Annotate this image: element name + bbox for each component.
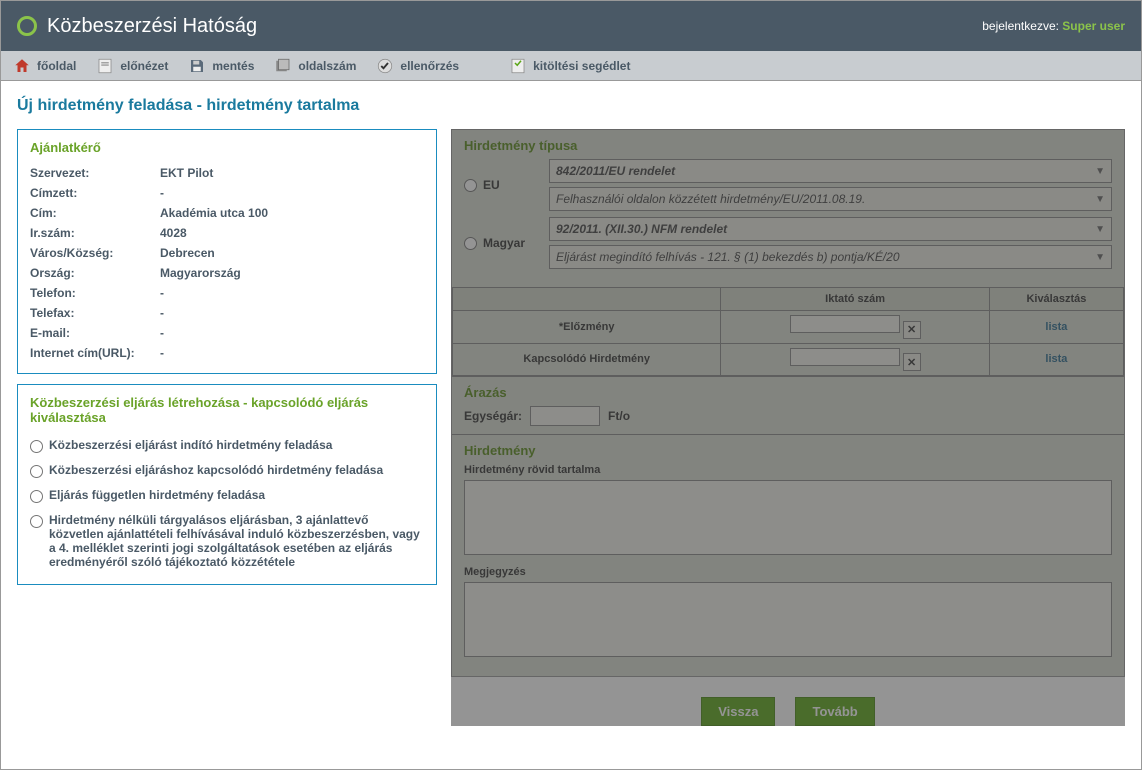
info-value: -: [160, 346, 164, 360]
info-label: Város/Község:: [30, 246, 160, 260]
info-row: E-mail:-: [30, 323, 424, 343]
procedure-label[interactable]: Hirdetmény nélküli tárgyalásos eljárásba…: [49, 513, 424, 569]
procedure-panel: Közbeszerzési eljárás létrehozása - kapc…: [17, 384, 437, 585]
info-value: Debrecen: [160, 246, 215, 260]
procedure-title: Közbeszerzési eljárás létrehozása - kapc…: [30, 395, 424, 425]
disabled-overlay: [451, 129, 1125, 726]
info-row: Telefon:-: [30, 283, 424, 303]
procedure-radio-2[interactable]: [30, 490, 43, 503]
procedure-label[interactable]: Közbeszerzési eljárást indító hirdetmény…: [49, 438, 332, 452]
procedure-radio-0[interactable]: [30, 440, 43, 453]
info-row: Ir.szám:4028: [30, 223, 424, 243]
info-label: Telefon:: [30, 286, 160, 300]
toolbar-preview[interactable]: előnézet: [96, 57, 168, 75]
app-header: Közbeszerzési Hatóság bejelentkezve: Sup…: [1, 1, 1141, 51]
info-row: Internet cím(URL):-: [30, 343, 424, 363]
info-label: E-mail:: [30, 326, 160, 340]
info-label: Szervezet:: [30, 166, 160, 180]
home-icon: [13, 57, 31, 75]
info-label: Cím:: [30, 206, 160, 220]
toolbar: főoldal előnézet mentés oldalszám ellenő…: [1, 51, 1141, 81]
info-row: Címzett:-: [30, 183, 424, 203]
info-value: -: [160, 186, 164, 200]
info-row: Ország:Magyarország: [30, 263, 424, 283]
info-value: -: [160, 306, 164, 320]
info-value: -: [160, 286, 164, 300]
procedure-label[interactable]: Közbeszerzési eljáráshoz kapcsolódó hird…: [49, 463, 383, 477]
info-label: Telefax:: [30, 306, 160, 320]
info-value: Magyarország: [160, 266, 241, 280]
info-label: Ir.szám:: [30, 226, 160, 240]
info-row: Cím:Akadémia utca 100: [30, 203, 424, 223]
info-value: 4028: [160, 226, 187, 240]
check-icon: [376, 57, 394, 75]
info-label: Címzett:: [30, 186, 160, 200]
procedure-option: Közbeszerzési eljárást indító hirdetmény…: [30, 433, 424, 458]
app-window: Közbeszerzési Hatóság bejelentkezve: Sup…: [0, 0, 1142, 770]
info-row: Telefax:-: [30, 303, 424, 323]
current-user[interactable]: Super user: [1062, 19, 1125, 33]
help-icon: [509, 57, 527, 75]
toolbar-save[interactable]: mentés: [188, 57, 254, 75]
procedure-radio-3[interactable]: [30, 515, 43, 528]
info-value: EKT Pilot: [160, 166, 213, 180]
info-row: Szervezet:EKT Pilot: [30, 163, 424, 183]
logo-icon: [17, 16, 37, 36]
login-status: bejelentkezve: Super user: [982, 19, 1125, 33]
procedure-option: Hirdetmény nélküli tárgyalásos eljárásba…: [30, 508, 424, 574]
save-icon: [188, 57, 206, 75]
preview-icon: [96, 57, 114, 75]
procedure-radio-1[interactable]: [30, 465, 43, 478]
toolbar-check[interactable]: ellenőrzés: [376, 57, 459, 75]
requester-panel: Ajánlatkérő Szervezet:EKT PilotCímzett:-…: [17, 129, 437, 374]
procedure-option: Eljárás független hirdetmény feladása: [30, 483, 424, 508]
toolbar-pagecount[interactable]: oldalszám: [274, 57, 356, 75]
login-label: bejelentkezve:: [982, 19, 1059, 33]
info-label: Ország:: [30, 266, 160, 280]
app-title: Közbeszerzési Hatóság: [47, 15, 257, 38]
procedure-option: Közbeszerzési eljáráshoz kapcsolódó hird…: [30, 458, 424, 483]
requester-title: Ajánlatkérő: [30, 140, 424, 155]
toolbar-help[interactable]: kitöltési segédlet: [509, 57, 630, 75]
procedure-label[interactable]: Eljárás független hirdetmény feladása: [49, 488, 265, 502]
pagecount-icon: [274, 57, 292, 75]
info-value: Akadémia utca 100: [160, 206, 268, 220]
info-value: -: [160, 326, 164, 340]
toolbar-home[interactable]: főoldal: [13, 57, 76, 75]
page-title: Új hirdetmény feladása - hirdetmény tart…: [17, 97, 1125, 115]
info-row: Város/Község:Debrecen: [30, 243, 424, 263]
info-label: Internet cím(URL):: [30, 346, 160, 360]
